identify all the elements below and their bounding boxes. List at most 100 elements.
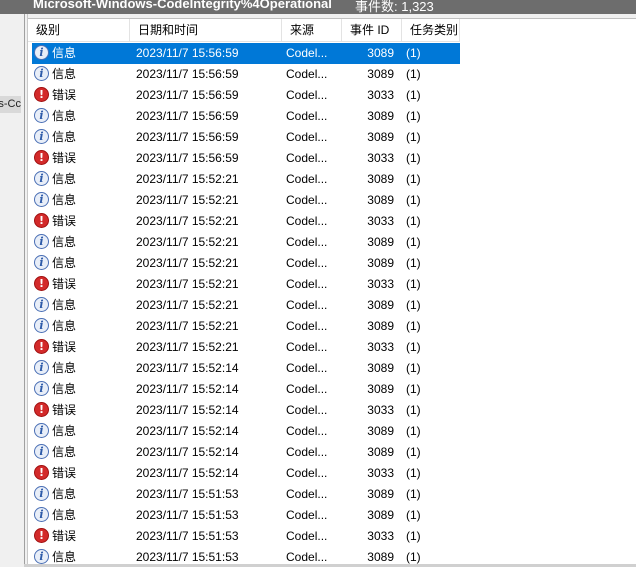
event-row[interactable]: i 信息 2023/11/7 15:52:14 Codel... 3089 (1) <box>28 358 636 379</box>
column-header-task-category[interactable]: 任务类别 <box>402 19 460 42</box>
source-cell: Codel... <box>286 403 328 417</box>
error-icon: ! <box>34 339 49 354</box>
event-id-cell: 3089 <box>367 550 394 564</box>
task-category-cell: (1) <box>406 151 421 165</box>
event-row[interactable]: i 信息 2023/11/7 15:52:21 Codel... 3089 (1) <box>28 295 636 316</box>
source-cell: Codel... <box>286 340 328 354</box>
column-header-datetime[interactable]: 日期和时间 <box>130 19 282 42</box>
event-id-cell: 3089 <box>367 109 394 123</box>
source-cell: Codel... <box>286 529 328 543</box>
tree-item-fragment[interactable]: s-Cc <box>0 96 21 113</box>
datetime-cell: 2023/11/7 15:52:14 <box>136 403 239 417</box>
event-row[interactable]: i 信息 2023/11/7 15:56:59 Codel... 3089 (1) <box>28 64 636 85</box>
level-cell: 错误 <box>52 277 77 291</box>
level-cell: 信息 <box>52 508 77 522</box>
datetime-cell: 2023/11/7 15:56:59 <box>136 46 239 60</box>
column-header-event-id[interactable]: 事件 ID <box>342 19 402 42</box>
event-row[interactable]: i 信息 2023/11/7 15:52:14 Codel... 3089 (1) <box>28 421 636 442</box>
info-icon: i <box>34 486 49 501</box>
event-id-cell: 3089 <box>367 46 394 60</box>
event-row[interactable]: i 信息 2023/11/7 15:52:21 Codel... 3089 (1) <box>28 316 636 337</box>
source-cell: Codel... <box>286 109 328 123</box>
event-row[interactable]: i 信息 2023/11/7 15:52:21 Codel... 3089 (1) <box>28 190 636 211</box>
event-row[interactable]: i 信息 2023/11/7 15:51:53 Codel... 3089 (1) <box>28 547 636 565</box>
datetime-cell: 2023/11/7 15:51:53 <box>136 508 239 522</box>
event-id-cell: 3033 <box>367 151 394 165</box>
level-cell: 信息 <box>52 424 77 438</box>
datetime-cell: 2023/11/7 15:51:53 <box>136 487 239 501</box>
task-category-cell: (1) <box>406 319 421 333</box>
event-id-cell: 3089 <box>367 424 394 438</box>
event-row[interactable]: i 信息 2023/11/7 15:56:59 Codel... 3089 (1) <box>28 43 636 64</box>
source-cell: Codel... <box>286 445 328 459</box>
event-row[interactable]: i 信息 2023/11/7 15:51:53 Codel... 3089 (1) <box>28 484 636 505</box>
column-header-level[interactable]: 级别 <box>28 19 130 42</box>
event-row[interactable]: i 信息 2023/11/7 15:52:14 Codel... 3089 (1) <box>28 379 636 400</box>
event-row[interactable]: i 信息 2023/11/7 15:52:21 Codel... 3089 (1) <box>28 232 636 253</box>
level-cell: 信息 <box>52 172 77 186</box>
datetime-cell: 2023/11/7 15:52:21 <box>136 319 239 333</box>
info-icon: i <box>34 381 49 396</box>
event-row[interactable]: ! 错误 2023/11/7 15:52:14 Codel... 3033 (1) <box>28 463 636 484</box>
event-row[interactable]: ! 错误 2023/11/7 15:52:21 Codel... 3033 (1) <box>28 211 636 232</box>
error-icon: ! <box>34 213 49 228</box>
datetime-cell: 2023/11/7 15:52:21 <box>136 340 239 354</box>
level-cell: 错误 <box>52 88 77 102</box>
event-id-cell: 3089 <box>367 445 394 459</box>
level-cell: 信息 <box>52 109 77 123</box>
event-row[interactable]: i 信息 2023/11/7 15:52:21 Codel... 3089 (1) <box>28 253 636 274</box>
error-icon: ! <box>34 150 49 165</box>
event-row[interactable]: ! 错误 2023/11/7 15:56:59 Codel... 3033 (1) <box>28 85 636 106</box>
event-row[interactable]: i 信息 2023/11/7 15:56:59 Codel... 3089 (1) <box>28 106 636 127</box>
source-cell: Codel... <box>286 46 328 60</box>
task-category-cell: (1) <box>406 109 421 123</box>
event-row[interactable]: ! 错误 2023/11/7 15:51:53 Codel... 3033 (1) <box>28 526 636 547</box>
source-cell: Codel... <box>286 256 328 270</box>
event-id-cell: 3033 <box>367 88 394 102</box>
column-header-source[interactable]: 来源 <box>282 19 342 42</box>
datetime-cell: 2023/11/7 15:51:53 <box>136 550 239 564</box>
event-row[interactable]: i 信息 2023/11/7 15:52:21 Codel... 3089 (1) <box>28 169 636 190</box>
panel-divider[interactable] <box>24 14 25 567</box>
info-icon: i <box>34 360 49 375</box>
datetime-cell: 2023/11/7 15:56:59 <box>136 88 239 102</box>
level-cell: 信息 <box>52 382 77 396</box>
event-list[interactable]: 级别 日期和时间 来源 事件 ID 任务类别 i 信息 2023/11/7 15:5… <box>28 18 636 565</box>
event-row[interactable]: ! 错误 2023/11/7 15:52:21 Codel... 3033 (1) <box>28 274 636 295</box>
event-count: 事件数: 1,323 <box>355 0 434 14</box>
info-icon: i <box>34 192 49 207</box>
event-id-cell: 3089 <box>367 382 394 396</box>
event-id-cell: 3089 <box>367 193 394 207</box>
info-icon: i <box>34 507 49 522</box>
event-row[interactable]: i 信息 2023/11/7 15:56:59 Codel... 3089 (1) <box>28 127 636 148</box>
level-cell: 信息 <box>52 361 77 375</box>
info-icon: i <box>34 318 49 333</box>
task-category-cell: (1) <box>406 424 421 438</box>
event-row[interactable]: ! 错误 2023/11/7 15:52:14 Codel... 3033 (1) <box>28 400 636 421</box>
info-icon: i <box>34 108 49 123</box>
task-category-cell: (1) <box>406 340 421 354</box>
log-name: Microsoft-Windows-CodeIntegrity%4Operati… <box>33 0 332 11</box>
event-row[interactable]: i 信息 2023/11/7 15:51:53 Codel... 3089 (1) <box>28 505 636 526</box>
level-cell: 信息 <box>52 445 77 459</box>
datetime-cell: 2023/11/7 15:52:21 <box>136 298 239 312</box>
task-category-cell: (1) <box>406 466 421 480</box>
event-id-cell: 3089 <box>367 298 394 312</box>
event-row[interactable]: ! 错误 2023/11/7 15:56:59 Codel... 3033 (1) <box>28 148 636 169</box>
error-icon: ! <box>34 465 49 480</box>
datetime-cell: 2023/11/7 15:52:21 <box>136 277 239 291</box>
datetime-cell: 2023/11/7 15:52:14 <box>136 466 239 480</box>
source-cell: Codel... <box>286 319 328 333</box>
error-icon: ! <box>34 87 49 102</box>
datetime-cell: 2023/11/7 15:52:14 <box>136 361 239 375</box>
source-cell: Codel... <box>286 214 328 228</box>
level-cell: 信息 <box>52 319 77 333</box>
event-row[interactable]: i 信息 2023/11/7 15:52:14 Codel... 3089 (1) <box>28 442 636 463</box>
event-row[interactable]: ! 错误 2023/11/7 15:52:21 Codel... 3033 (1) <box>28 337 636 358</box>
level-cell: 信息 <box>52 298 77 312</box>
task-category-cell: (1) <box>406 214 421 228</box>
event-id-cell: 3033 <box>367 529 394 543</box>
info-icon: i <box>34 234 49 249</box>
level-cell: 信息 <box>52 46 77 60</box>
level-cell: 信息 <box>52 67 77 81</box>
